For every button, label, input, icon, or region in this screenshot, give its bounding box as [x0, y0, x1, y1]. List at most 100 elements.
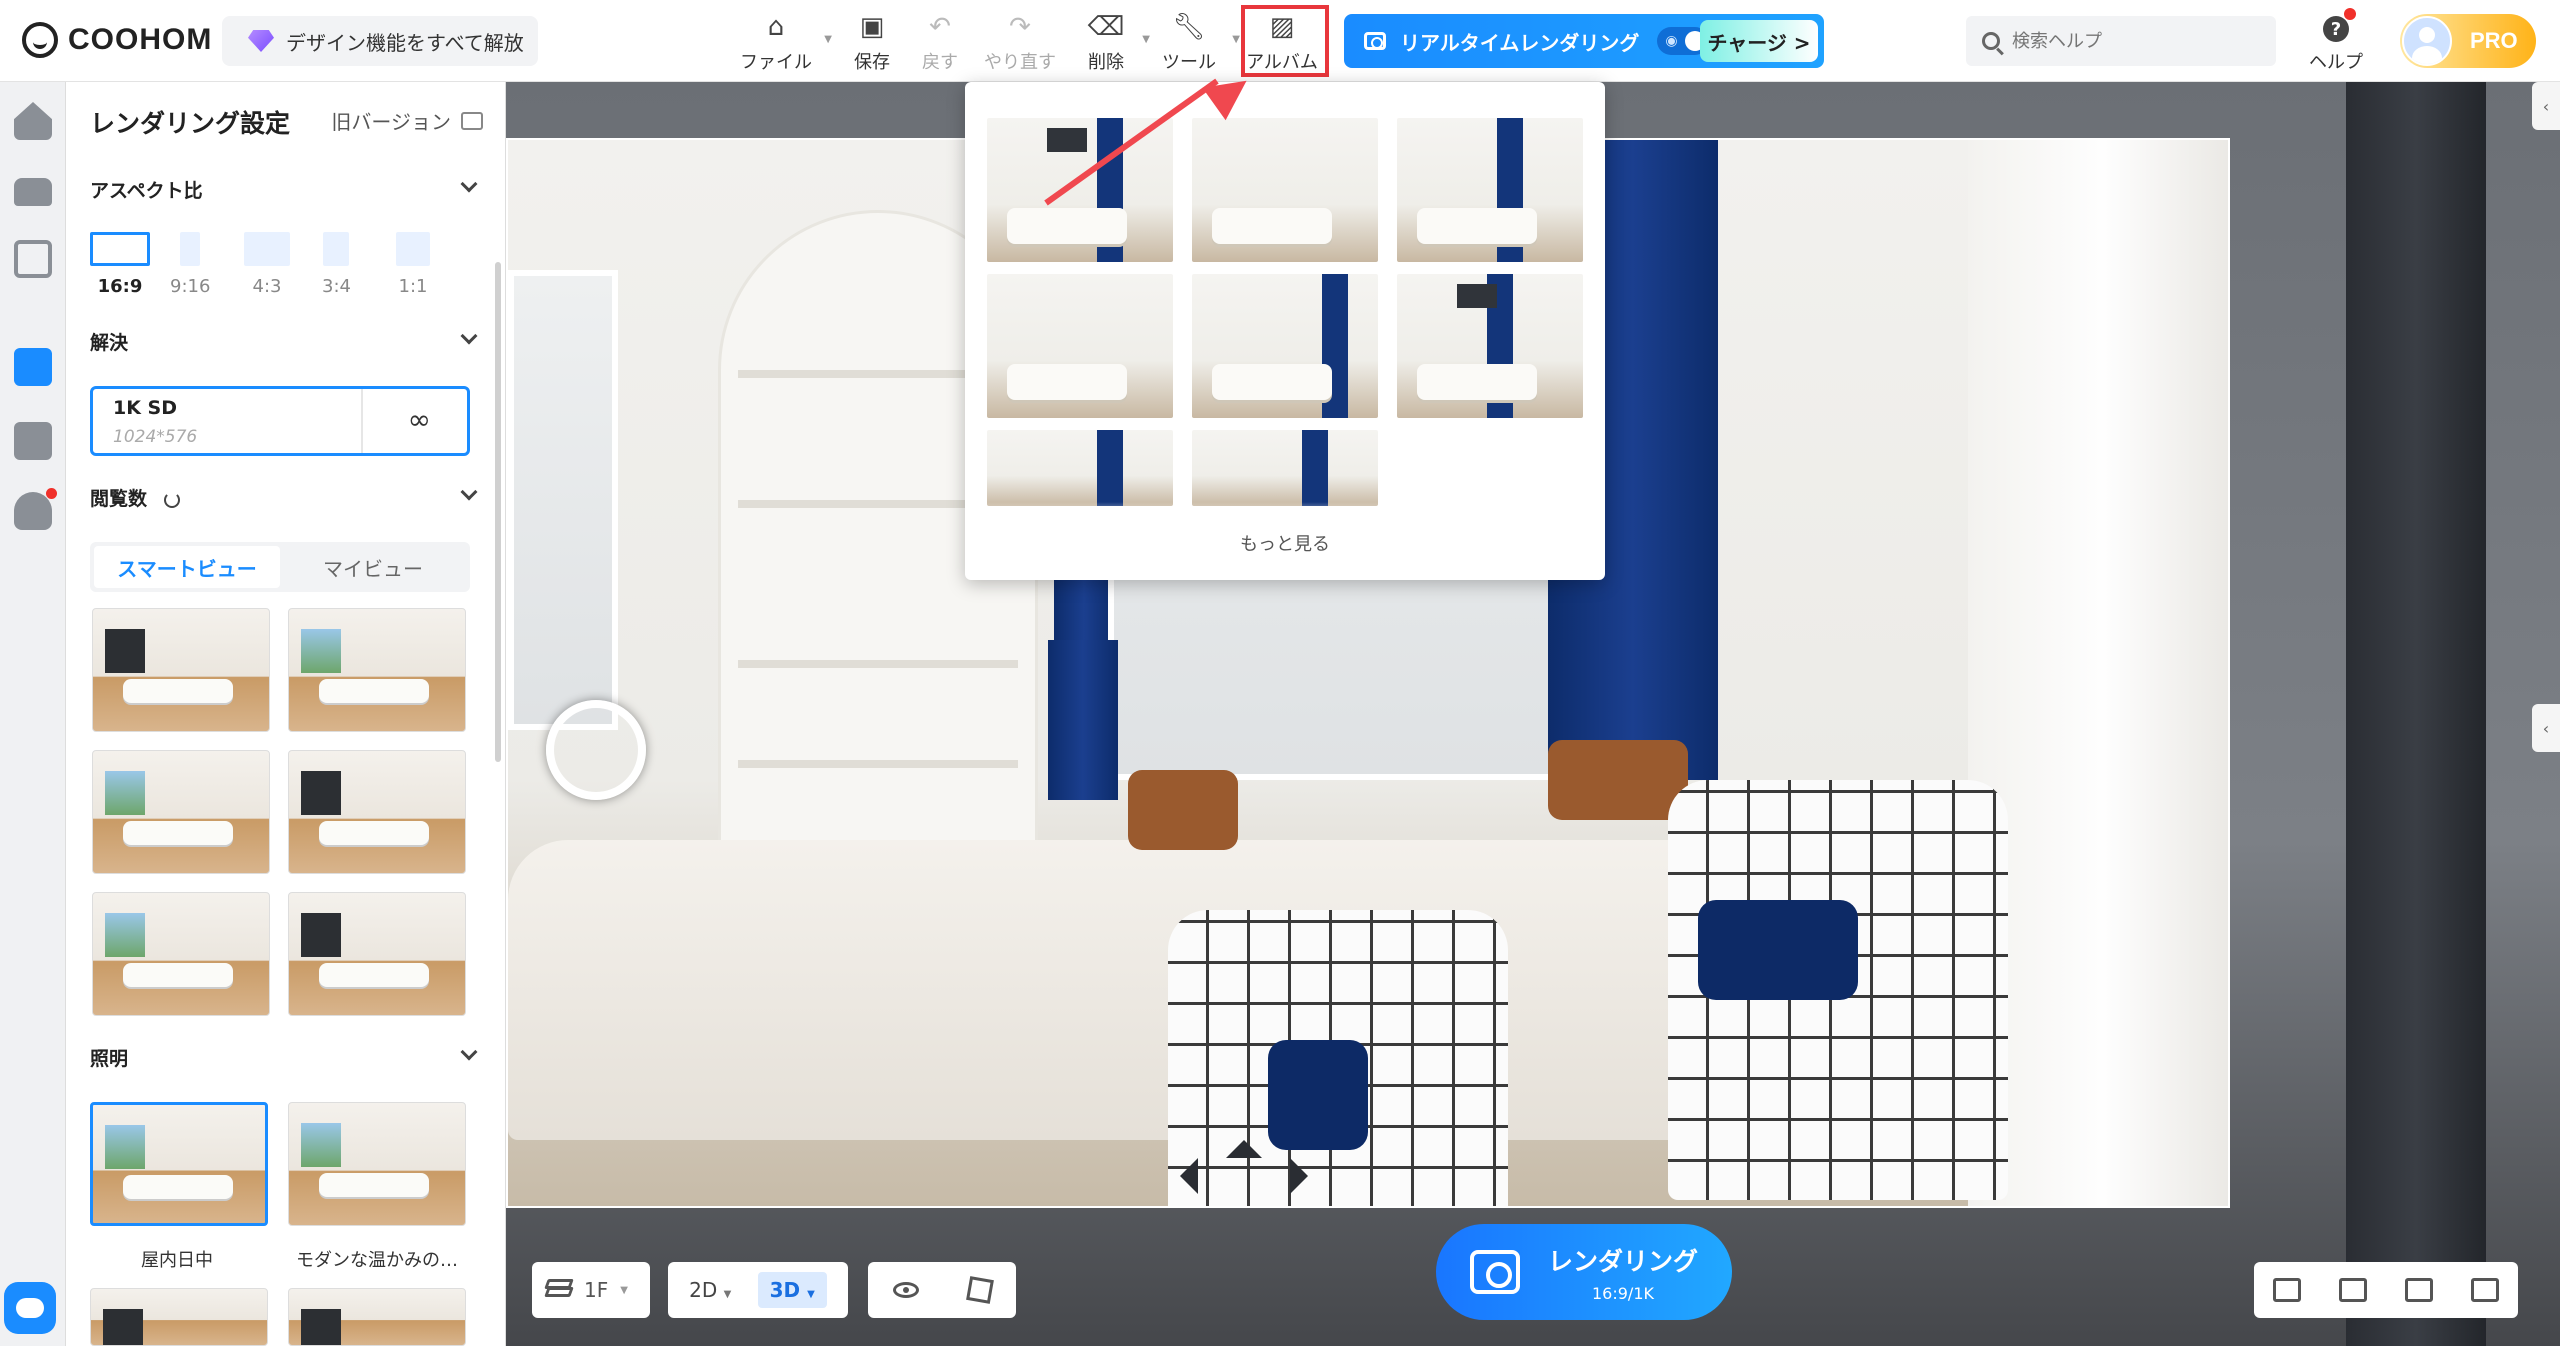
view-thumbnail[interactable] [288, 750, 466, 874]
camera-settings-icon[interactable] [2339, 1278, 2367, 1302]
logo-text: COOHOM [68, 23, 213, 56]
help-search-input[interactable] [2012, 30, 2252, 52]
cabinet-icon[interactable] [14, 422, 52, 460]
lighting-preset-modern-warm[interactable] [288, 1102, 466, 1226]
view-2d-button[interactable]: 2D ▼ [689, 1278, 731, 1302]
resolution-value: 1K SD [113, 397, 178, 419]
save-button[interactable]: ▣ 保存 [844, 10, 900, 74]
chevron-down-icon: ▼ [807, 1289, 815, 1300]
top-bar: COOHOM デザイン機能をすべて解放 ⌂ ファイル ▼ ▣ 保存 ↶ 戻す ↷… [0, 0, 2560, 82]
lighting-preset-indoor-day[interactable] [90, 1102, 268, 1226]
aspect-option-1-1[interactable]: 1:1 [396, 232, 430, 297]
view-thumbnail[interactable] [92, 608, 270, 732]
left-rail [0, 82, 66, 1346]
search-icon [1982, 32, 2000, 50]
album-thumbnail[interactable] [987, 274, 1173, 418]
camera-nav-arrows[interactable] [1162, 1132, 1332, 1222]
scene-picture [1047, 128, 1087, 152]
lighting-preset[interactable] [288, 1288, 466, 1346]
tab-smart-view[interactable]: スマートビュー [94, 546, 280, 588]
album-thumbnail[interactable] [1192, 118, 1378, 262]
help-button[interactable]: ? ヘルプ [2306, 8, 2366, 74]
undo-button[interactable]: ↶ 戻す [912, 10, 968, 74]
delete-label: 削除 [1088, 52, 1124, 73]
arrow-up-icon[interactable] [1226, 1122, 1262, 1158]
floorplan-icon[interactable] [14, 240, 52, 278]
render-button[interactable]: レンダリング 16:9/1K [1436, 1224, 1732, 1320]
chat-support-button[interactable] [4, 1282, 56, 1334]
floor-selector[interactable]: 1F ▼ [532, 1262, 650, 1318]
collapse-right-panel-button[interactable]: ‹ [2532, 704, 2560, 752]
file-menu-button[interactable]: ⌂ ファイル ▼ [736, 10, 832, 74]
album-thumbnail[interactable] [1397, 118, 1583, 262]
aspect-option-3-4[interactable]: 3:4 [322, 232, 351, 297]
focus-frame-icon[interactable] [2405, 1278, 2433, 1302]
unlock-features-button[interactable]: デザイン機能をすべて解放 [222, 16, 538, 66]
scene-sofa [1212, 208, 1332, 244]
help-search[interactable] [1966, 16, 2276, 66]
aspect-preview [396, 232, 430, 266]
album-thumbnail[interactable] [987, 118, 1173, 262]
home-design-icon[interactable] [14, 102, 52, 140]
album-thumbnail[interactable] [1397, 274, 1583, 418]
notification-dot [46, 488, 57, 499]
aspect-heading: アスペクト比 [90, 180, 203, 202]
aspect-label: 4:3 [252, 276, 282, 297]
arrow-right-icon[interactable] [1290, 1158, 1326, 1194]
view-thumbnail[interactable] [288, 608, 466, 732]
infinity-icon: ∞ [407, 403, 431, 436]
lighting-label: モダンな温かみの… [296, 1250, 458, 1271]
zoom-preview-icon[interactable] [2471, 1278, 2499, 1302]
eye-icon: ◉ [1665, 33, 1678, 49]
tools-menu-button[interactable]: 🔧︎ ツール ▼ [1154, 10, 1240, 74]
screenshot-region-icon[interactable] [2273, 1278, 2301, 1302]
old-version-link[interactable]: 旧バージョン [331, 106, 483, 135]
logo[interactable]: COOHOM [22, 20, 212, 60]
lighting-preset[interactable] [90, 1288, 268, 1346]
aspect-option-9-16[interactable]: 9:16 [170, 232, 210, 297]
arrow-left-icon[interactable] [1162, 1158, 1198, 1194]
see-more-link[interactable]: もっと見る [965, 530, 1605, 556]
album-thumbnail[interactable] [1192, 274, 1378, 418]
album-thumbnail[interactable] [1192, 430, 1378, 506]
aspect-label: 1:1 [398, 276, 428, 297]
realtime-rendering-button[interactable]: リアルタイムレンダリング ◉ チャージ > [1344, 14, 1824, 68]
view-3d-button[interactable]: 3D ▼ [757, 1272, 827, 1308]
aspect-option-16-9[interactable]: 16:9 [90, 232, 150, 297]
view-3d-label: 3D [769, 1278, 801, 1302]
old-version-label: 旧バージョン [331, 110, 451, 134]
scene-sofa [1417, 364, 1537, 400]
render-camera-icon[interactable] [14, 348, 52, 386]
scene-sofa [1007, 208, 1127, 244]
eye-icon[interactable] [892, 1282, 919, 1298]
camera-position-handle[interactable] [546, 700, 646, 800]
charge-button[interactable]: チャージ > [1700, 20, 1818, 62]
lighting-bulb-icon[interactable] [14, 492, 52, 530]
view-tabs: スマートビュー マイビュー [90, 542, 470, 592]
chevron-down-icon[interactable] [460, 327, 478, 345]
view-thumbnail[interactable] [288, 892, 466, 1016]
account-button[interactable]: PRO [2400, 14, 2536, 68]
chevron-down-icon[interactable] [460, 483, 478, 501]
collapse-right-panel-button[interactable]: ‹ [2532, 82, 2560, 130]
resolution-selector[interactable]: 1K SD 1024*576 ∞ [90, 386, 470, 456]
furniture-icon[interactable] [14, 178, 52, 206]
views-heading: 閲覧数 [90, 484, 180, 511]
tab-my-view[interactable]: マイビュー [280, 546, 466, 588]
panel-scrollbar[interactable] [495, 262, 501, 762]
album-thumbnail[interactable] [987, 430, 1173, 506]
view-thumbnail[interactable] [92, 750, 270, 874]
cube-icon[interactable] [965, 1276, 994, 1304]
delete-button[interactable]: ⌫ 削除 ▼ [1078, 10, 1150, 74]
scene-curtain [1048, 640, 1118, 800]
chevron-down-icon[interactable] [460, 175, 478, 193]
redo-button[interactable]: ↷ やり直す [980, 10, 1060, 74]
view-thumbnail[interactable] [92, 892, 270, 1016]
aspect-option-4-3[interactable]: 4:3 [244, 232, 290, 297]
chevron-down-icon: ▼ [620, 1284, 628, 1296]
redo-icon: ↷ [1009, 12, 1031, 42]
chevron-down-icon[interactable] [460, 1043, 478, 1061]
view-2d-label: 2D [689, 1278, 718, 1302]
camera-icon [1364, 32, 1386, 50]
refresh-icon[interactable] [163, 491, 180, 508]
